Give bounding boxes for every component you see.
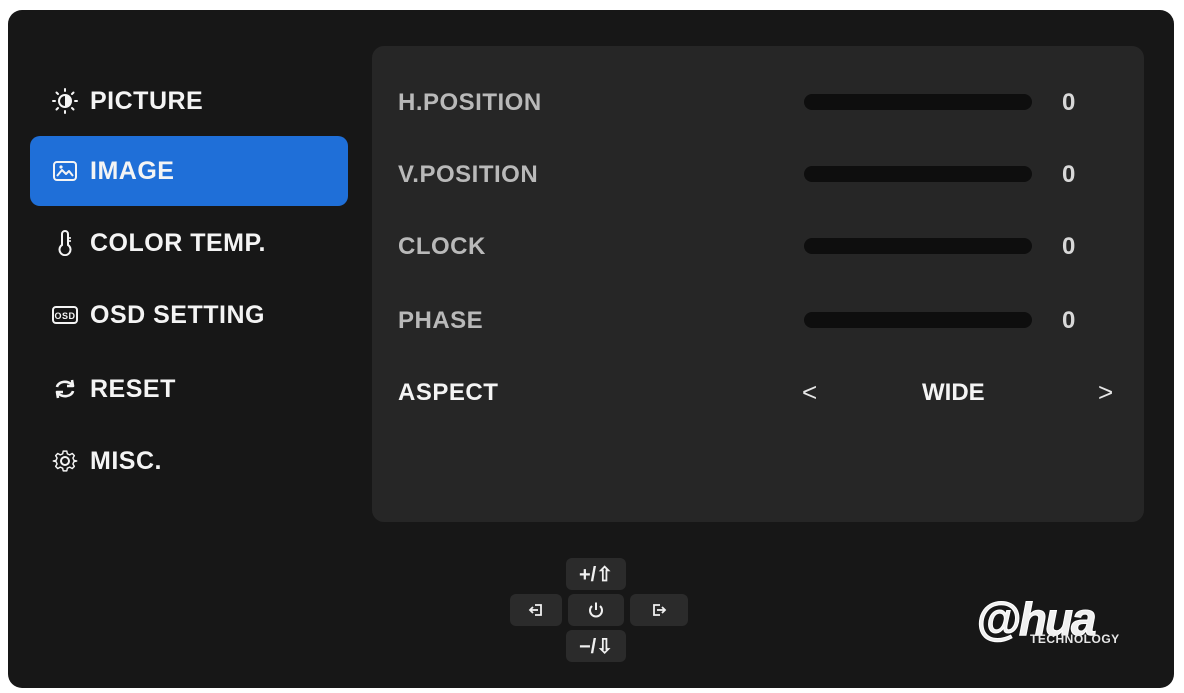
power-icon (589, 602, 603, 618)
image-icon (52, 158, 78, 184)
menu-item-label: RESET (90, 374, 176, 403)
setting-label: ASPECT (398, 379, 499, 406)
enter-icon (653, 604, 667, 616)
menu-item-label: PICTURE (90, 86, 204, 115)
setting-value: 0 (1062, 161, 1076, 188)
setting-label: CLOCK (398, 233, 486, 260)
enter-key[interactable] (630, 594, 688, 626)
gear-icon (52, 448, 78, 474)
menu-item-reset[interactable]: RESET (30, 354, 348, 424)
v-position-slider[interactable] (804, 166, 1032, 182)
power-key[interactable] (568, 594, 624, 626)
setting-row-v-position[interactable]: V.POSITION 0 (372, 140, 1144, 210)
clock-slider[interactable] (804, 238, 1032, 254)
osd-icon-text: OSD (54, 311, 75, 321)
aspect-value: WIDE (922, 379, 985, 406)
setting-value: 0 (1062, 233, 1076, 260)
dahua-logo: @hua TECHNOLOGY (976, 592, 1136, 652)
menu-item-color-temp[interactable]: COLOR TEMP. (30, 208, 348, 278)
setting-label: H.POSITION (398, 89, 542, 116)
osd-icon: OSD (52, 302, 78, 328)
setting-row-h-position[interactable]: H.POSITION 0 (372, 68, 1144, 138)
down-minus-key[interactable]: −/⇩ (566, 630, 626, 662)
logo-tagline: TECHNOLOGY (1030, 632, 1120, 646)
setting-label: PHASE (398, 307, 484, 334)
reset-icon (52, 376, 78, 402)
aspect-next-arrow[interactable]: > (1098, 358, 1113, 428)
menu-item-label: OSD SETTING (90, 300, 265, 329)
menu-item-picture[interactable]: PICTURE (30, 66, 348, 136)
up-plus-key[interactable]: +/⇧ (566, 558, 626, 590)
osd-screen: PICTURE IMAGE COLOR TEMP. OSD OSD SETTIN… (8, 10, 1174, 688)
menu-item-osd-setting[interactable]: OSD OSD SETTING (30, 280, 348, 350)
menu-item-label: COLOR TEMP. (90, 228, 266, 257)
phase-slider[interactable] (804, 312, 1032, 328)
setting-row-aspect[interactable]: ASPECT < WIDE > (372, 358, 1144, 428)
thermometer-icon (52, 230, 78, 256)
aspect-prev-arrow[interactable]: < (802, 358, 817, 428)
settings-panel: H.POSITION 0 V.POSITION 0 CLOCK 0 PHASE … (372, 46, 1144, 522)
brightness-icon (52, 88, 78, 114)
menu-item-label: IMAGE (90, 156, 175, 185)
setting-label: V.POSITION (398, 161, 539, 188)
exit-icon (528, 604, 542, 616)
setting-value: 0 (1062, 89, 1076, 116)
exit-key[interactable] (510, 594, 562, 626)
h-position-slider[interactable] (804, 94, 1032, 110)
setting-row-clock[interactable]: CLOCK 0 (372, 212, 1144, 282)
menu-item-misc[interactable]: MISC. (30, 426, 348, 496)
menu-item-image[interactable]: IMAGE (30, 136, 348, 206)
setting-row-phase[interactable]: PHASE 0 (372, 286, 1144, 356)
setting-value: 0 (1062, 307, 1076, 334)
menu-item-label: MISC. (90, 446, 162, 475)
